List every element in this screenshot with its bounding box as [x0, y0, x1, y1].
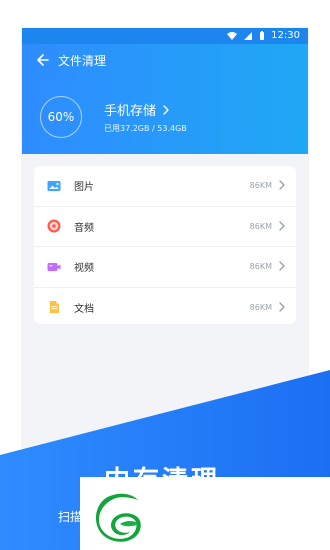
- signal-icon: [244, 32, 253, 40]
- storage-text: 手机存储 已用37.2GB / 53.4GB: [104, 100, 187, 134]
- storage-title-link[interactable]: 手机存储: [104, 100, 187, 119]
- video-icon: [46, 259, 62, 275]
- chevron-right-icon: [279, 301, 285, 312]
- wifi-icon: [227, 32, 238, 40]
- category-row-videos[interactable]: 视频 86KM: [34, 247, 296, 288]
- chevron-right-icon: [163, 104, 169, 115]
- category-row-audio[interactable]: 音频 86KM: [34, 207, 296, 247]
- app-bar: 文件清理: [22, 44, 308, 76]
- phone-screen: 12:30 文件清理 60% 手机存储 已用37.2GB / 53.4GB 图片…: [22, 28, 308, 550]
- audio-icon: [46, 218, 62, 234]
- status-icons: 12:30: [227, 29, 300, 43]
- storage-percent: 60%: [47, 110, 75, 124]
- chevron-right-icon: [279, 220, 285, 231]
- battery-icon: [260, 31, 265, 40]
- category-size: 86KM: [249, 302, 272, 312]
- status-bar: 12:30: [22, 28, 308, 44]
- storage-summary: 60% 手机存储 已用37.2GB / 53.4GB: [40, 96, 187, 138]
- category-label: 文档: [74, 303, 94, 315]
- chevron-right-icon: [279, 261, 285, 271]
- storage-usage: 已用37.2GB / 53.4GB: [104, 124, 187, 133]
- category-size: 86KM: [249, 262, 272, 272]
- chevron-right-icon: [279, 180, 285, 190]
- category-label: 视频: [74, 263, 94, 275]
- category-label: 图片: [74, 182, 94, 194]
- category-size: 86KM: [249, 221, 272, 231]
- status-time: 12:30: [271, 30, 300, 41]
- back-button[interactable]: [28, 46, 56, 74]
- category-size: 86KM: [249, 181, 272, 191]
- storage-percent-ring: 60%: [40, 96, 82, 138]
- page-title: 文件清理: [58, 53, 107, 68]
- storage-title: 手机存储: [104, 104, 157, 119]
- green-leaf-g-logo: [95, 493, 141, 542]
- category-row-documents[interactable]: 文档 86KM: [34, 288, 296, 328]
- document-icon: [46, 299, 62, 315]
- category-label: 音频: [74, 222, 94, 234]
- arrow-left-icon: [37, 54, 49, 66]
- category-card: 图片 86KM 音频 86KM 视频 86KM 文档 86KM: [34, 166, 296, 324]
- image-icon: [46, 178, 62, 194]
- header: 12:30 文件清理 60% 手机存储 已用37.2GB / 53.4GB: [22, 28, 308, 154]
- category-row-images[interactable]: 图片 86KM: [34, 166, 296, 207]
